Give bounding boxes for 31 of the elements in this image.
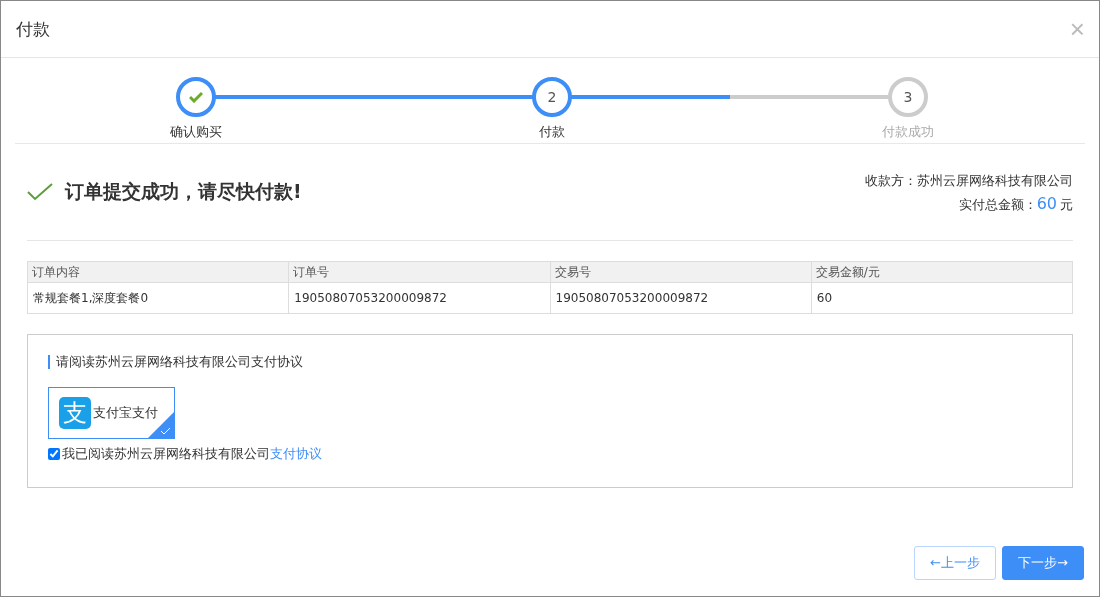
payee-label: 收款方： bbox=[865, 172, 917, 190]
column-header: 订单内容 bbox=[27, 261, 289, 283]
agreement-heading: 请阅读苏州云屏网络科技有限公司支付协议 bbox=[48, 355, 1052, 369]
payment-method-option[interactable]: 支 支付宝支付 bbox=[48, 387, 175, 439]
consent-checkbox[interactable] bbox=[48, 448, 60, 460]
success-message: 订单提交成功，请尽快付款! bbox=[65, 179, 302, 204]
agreement-link[interactable]: 支付协议 bbox=[270, 445, 322, 463]
step-label: 确认购买 bbox=[170, 123, 222, 141]
check-icon bbox=[27, 183, 53, 201]
back-button[interactable]: ←上一步 bbox=[914, 546, 996, 580]
step-label: 付款 bbox=[539, 123, 565, 141]
dialog-title: 付款 bbox=[16, 17, 50, 41]
close-button[interactable]: × bbox=[1069, 16, 1085, 42]
next-button[interactable]: 下一步→ bbox=[1002, 546, 1084, 580]
step-label: 付款成功 bbox=[882, 123, 934, 141]
payee-name: 苏州云屏网络科技有限公司 bbox=[917, 172, 1073, 190]
table-cell: 19050807053200009872 bbox=[288, 282, 550, 314]
column-header: 交易号 bbox=[550, 261, 812, 283]
total-amount: 60 bbox=[1036, 194, 1057, 213]
table-cell: 常规套餐1,深度套餐0 bbox=[27, 282, 289, 314]
step-circle: 2 bbox=[532, 77, 572, 117]
table-cell: 19050807053200009872 bbox=[550, 282, 812, 314]
currency-unit: 元 bbox=[1060, 196, 1073, 214]
consent-text: 我已阅读苏州云屏网络科技有限公司 bbox=[62, 445, 270, 463]
column-header: 交易金额/元 bbox=[811, 261, 1073, 283]
column-header: 订单号 bbox=[288, 261, 550, 283]
step-circle: 3 bbox=[888, 77, 928, 117]
table-cell: 60 bbox=[811, 282, 1073, 314]
alipay-logo: 支 bbox=[59, 397, 91, 429]
total-label: 实付总金额： bbox=[958, 196, 1037, 214]
check-icon bbox=[189, 91, 203, 103]
